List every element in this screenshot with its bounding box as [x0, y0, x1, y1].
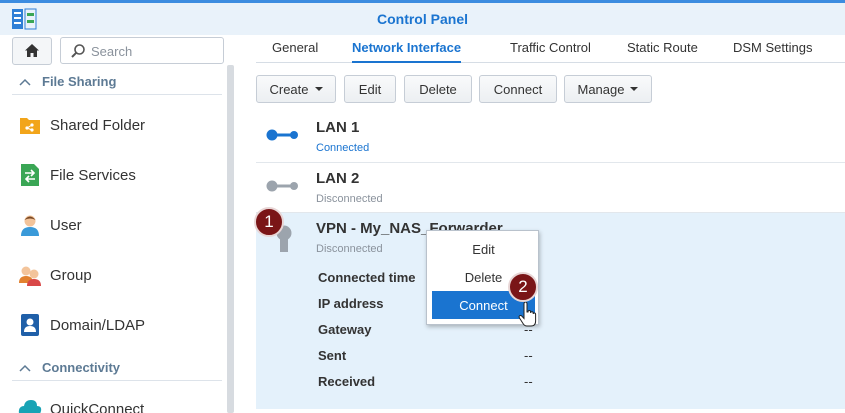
shared-folder-icon [18, 113, 42, 137]
tab-bar: General Network Interface Traffic Contro… [256, 35, 845, 63]
search-icon [71, 44, 85, 58]
delete-button[interactable]: Delete [404, 75, 472, 103]
interface-name: LAN 2 [316, 170, 360, 187]
detail-label-gateway: Gateway [318, 322, 372, 337]
tab-traffic-control[interactable]: Traffic Control [510, 40, 591, 63]
sidebar-item-shared-folder[interactable]: Shared Folder [18, 108, 223, 142]
interface-row-lan1[interactable]: LAN 1 Connected [256, 112, 845, 163]
interface-list: LAN 1 Connected LAN 2 Disconnected VPN -… [256, 112, 845, 413]
context-menu-edit[interactable]: Edit [432, 235, 535, 263]
sidebar-item-user[interactable]: User [18, 208, 223, 242]
detail-value-sent: -- [524, 348, 533, 363]
manage-label: Manage [577, 81, 625, 97]
window-title: Control Panel [376, 11, 468, 27]
sidebar-item-file-services[interactable]: File Services [18, 158, 223, 192]
group-icon [18, 263, 42, 287]
sidebar-item-domain-ldap[interactable]: Domain/LDAP [18, 308, 223, 342]
lan-connected-icon [266, 129, 298, 141]
detail-label-connected-time: Connected time [318, 270, 416, 285]
sidebar: File Sharing Shared Folder File Services… [0, 35, 238, 413]
interface-status: Disconnected [316, 193, 383, 205]
chevron-up-icon [19, 364, 31, 372]
chevron-up-icon [19, 78, 31, 86]
lan-disconnected-icon [266, 180, 298, 192]
interface-name: LAN 1 [316, 119, 360, 136]
detail-label-ip-address: IP address [318, 296, 384, 311]
create-button[interactable]: Create [256, 75, 336, 103]
home-icon [25, 44, 39, 57]
tab-network-interface[interactable]: Network Interface [352, 40, 462, 63]
file-services-icon [18, 163, 42, 187]
dropdown-arrow-icon [630, 87, 639, 91]
interface-row-vpn[interactable]: VPN - My_NAS_Forwarder Disconnected Conn… [256, 213, 845, 409]
create-label: Create [269, 81, 309, 97]
detail-label-sent: Sent [318, 348, 347, 363]
interface-status: Disconnected [316, 243, 383, 255]
sidebar-item-label: Group [50, 266, 92, 284]
sidebar-scrollbar[interactable] [227, 65, 234, 413]
hand-cursor-icon [518, 302, 537, 327]
sidebar-item-label: File Services [50, 166, 136, 184]
manage-button[interactable]: Manage [564, 75, 652, 103]
sidebar-item-group[interactable]: Group [18, 258, 223, 292]
search-box[interactable] [60, 37, 224, 64]
sidebar-item-quickconnect[interactable]: QuickConnect [18, 392, 223, 413]
section-label: Connectivity [42, 360, 121, 375]
section-connectivity[interactable]: Connectivity [12, 355, 222, 381]
interface-status: Connected [316, 142, 370, 154]
connect-button[interactable]: Connect [479, 75, 557, 103]
user-icon [18, 213, 42, 237]
step-marker-1: 1 [254, 207, 284, 237]
domain-ldap-icon [18, 313, 42, 337]
search-input[interactable] [91, 42, 216, 60]
tab-static-route[interactable]: Static Route [627, 40, 698, 63]
dropdown-arrow-icon [314, 87, 323, 91]
tab-general[interactable]: General [272, 40, 318, 63]
sidebar-item-label: QuickConnect [50, 400, 145, 413]
section-file-sharing[interactable]: File Sharing [12, 69, 222, 95]
sidebar-item-label: User [50, 216, 82, 234]
quickconnect-icon [18, 397, 42, 413]
sidebar-item-label: Shared Folder [50, 116, 146, 134]
detail-label-received: Received [318, 374, 376, 389]
step-marker-2: 2 [508, 272, 538, 302]
detail-value-received: -- [524, 374, 533, 389]
edit-button[interactable]: Edit [344, 75, 396, 103]
home-button[interactable] [12, 37, 52, 65]
main-panel: General Network Interface Traffic Contro… [238, 35, 845, 413]
interface-row-lan2[interactable]: LAN 2 Disconnected [256, 163, 845, 213]
sidebar-item-label: Domain/LDAP [50, 316, 146, 334]
section-label: File Sharing [42, 74, 117, 89]
title-bar: Control Panel [0, 0, 845, 35]
tab-dsm-settings[interactable]: DSM Settings [733, 40, 812, 63]
